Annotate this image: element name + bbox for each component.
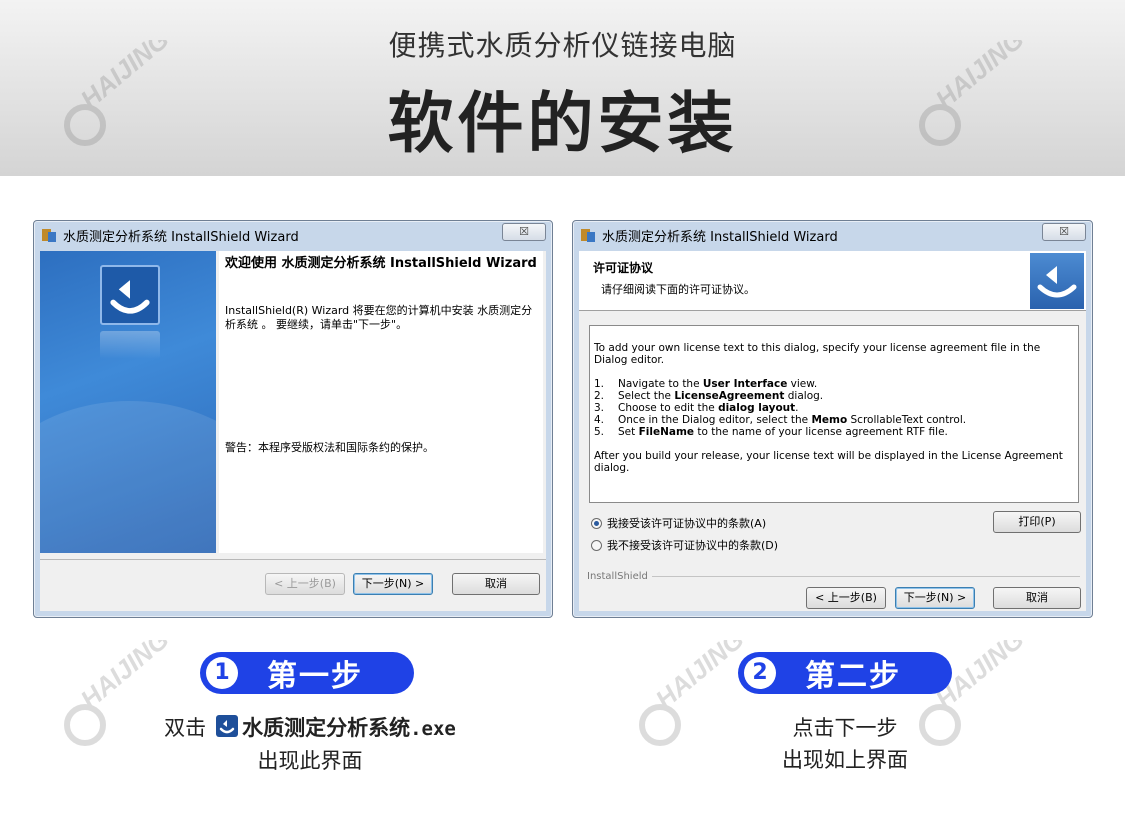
step-number: 1 [206,657,238,689]
dialog-client: 许可证协议 请仔细阅读下面的许可证协议。 To add your own lic… [579,251,1086,611]
step-index: 5. [594,426,605,438]
radio-dot[interactable] [591,517,602,529]
exe-name: 水质测定分析系统 [242,716,411,740]
welcome-body: InstallShield(R) Wizard 将要在您的计算机中安装 水质测定… [225,304,533,331]
step-text: Set FileName to the name of your license… [618,426,948,438]
caption-line-2: 出现如上界面 [782,748,908,772]
wizard-side-banner [40,251,216,553]
divider [40,559,546,560]
dialog-titlebar[interactable]: 水质测定分析系统 InstallShield Wizard [573,221,1092,249]
installer-icon [40,226,58,244]
license-step: 1. Navigate to the User Interface view. [594,378,1074,390]
copyright-warning: 警告：本程序受版权法和国际条约的保护。 [225,441,434,454]
welcome-heading: 欢迎使用 水质测定分析系统 InstallShield Wizard [225,256,537,271]
radio-dot[interactable] [591,539,602,551]
installshield-label: InstallShield [587,571,648,582]
welcome-dialog: 水质测定分析系统 InstallShield Wizard ☒ 欢迎使用 水质测… [33,220,553,618]
page-title: 软件的安装 [387,85,738,162]
page-header: 便携式水质分析仪链接电脑 软件的安装 [0,0,1125,176]
product-logo-icon [1030,253,1084,309]
installshield-brand: InstallShield [587,571,1080,582]
step-2-caption: 点击下一步 出现如上界面 [700,712,990,776]
license-step: 2. Select the LicenseAgreement dialog. [594,390,1074,402]
step-index: 2. [594,390,605,402]
svg-text:HAIJING: HAIJING [75,640,175,715]
step-index: 3. [594,402,605,414]
product-logo-icon [100,265,160,325]
step-2-badge: 2 第二步 [738,652,952,694]
next-button[interactable]: 下一步(N) > [895,587,975,609]
close-button[interactable]: ☒ [1042,223,1086,241]
app-exe-icon [216,715,239,737]
caption-line-1: 点击下一步 [792,716,898,740]
caption-prefix: 双击 [164,716,207,740]
step-index: 4. [594,414,605,426]
next-button[interactable]: 下一步(N) > [353,573,433,595]
step-1-badge: 1 第一步 [200,652,414,694]
back-button[interactable]: < 上一步(B) [265,573,345,595]
license-subheading: 请仔细阅读下面的许可证协议。 [601,283,755,296]
license-outro: After you build your release, your licen… [594,450,1063,474]
dialog-title: 水质测定分析系统 InstallShield Wizard [63,229,299,245]
license-intro: To add your own license text to this dia… [594,342,1041,366]
decline-radio[interactable]: 我不接受该许可证协议中的条款(D) [591,537,778,553]
step-label: 第二步 [805,659,901,694]
back-button[interactable]: < 上一步(B) [806,587,886,609]
accept-radio[interactable]: 我接受该许可证协议中的条款(A) [591,515,766,531]
license-steps: 1. Navigate to the User Interface view. 2.… [594,378,1074,438]
dialog-title: 水质测定分析系统 InstallShield Wizard [602,229,838,245]
license-step: 4. Once in the Dialog editor, select the … [594,414,1074,426]
license-step: 5. Set FileName to the name of your licen… [594,426,1074,438]
license-text-box[interactable]: To add your own license text to this dia… [589,325,1079,503]
close-button[interactable]: ☒ [502,223,546,241]
step-text: Choose to edit the dialog layout. [618,402,799,414]
step-text: Once in the Dialog editor, select the Me… [618,414,967,426]
step-text: Navigate to the User Interface view. [618,378,818,390]
print-button[interactable]: 打印(P) [993,511,1081,533]
license-step: 3. Choose to edit the dialog layout. [594,402,1074,414]
banner-swoosh [40,401,216,553]
cancel-button[interactable]: 取消 [993,587,1081,609]
caption-line-2: 出现此界面 [257,749,363,773]
logo-reflection [100,331,160,359]
decline-label: 我不接受该许可证协议中的条款(D) [607,539,779,552]
step-number: 2 [744,657,776,689]
step-text: Select the LicenseAgreement dialog. [618,390,824,402]
svg-text:HAIJING: HAIJING [650,640,750,715]
step-1-caption: 双击 水质测定分析系统.exe 出现此界面 [100,712,520,777]
dialog-client: 欢迎使用 水质测定分析系统 InstallShield Wizard Insta… [40,251,546,611]
exe-extension: .exe [410,718,456,740]
license-heading: 许可证协议 [593,261,654,275]
wizard-welcome-panel: 欢迎使用 水质测定分析系统 InstallShield Wizard Insta… [219,251,543,553]
step-label: 第一步 [267,659,363,694]
page-subtitle: 便携式水质分析仪链接电脑 [388,29,737,62]
cancel-button[interactable]: 取消 [452,573,540,595]
dialog-titlebar[interactable]: 水质测定分析系统 InstallShield Wizard [34,221,552,249]
step-index: 1. [594,378,605,390]
license-dialog: 水质测定分析系统 InstallShield Wizard ☒ 许可证协议 请仔… [572,220,1093,618]
installer-icon [579,226,597,244]
license-header: 许可证协议 请仔细阅读下面的许可证协议。 [579,251,1086,311]
accept-label: 我接受该许可证协议中的条款(A) [607,517,767,530]
